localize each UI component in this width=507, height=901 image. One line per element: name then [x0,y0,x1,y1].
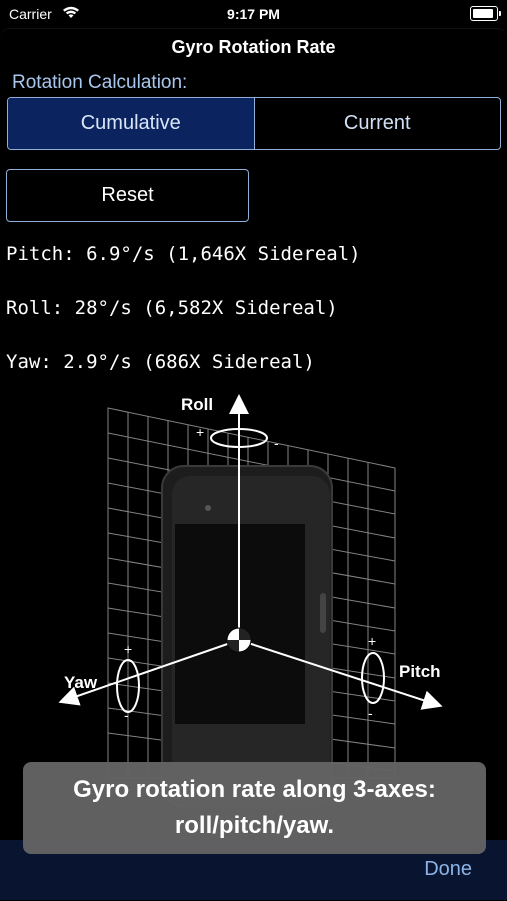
pitch-plus-sign: + [368,633,376,649]
gyro-axes-diagram: Roll Pitch Yaw + - + - + - [58,394,443,807]
roll-minus-sign: - [274,435,279,451]
yaw-minus-sign: - [124,707,129,723]
pitch-rotation-arc-icon [361,652,385,704]
roll-axis-label: Roll [181,395,213,414]
segment-cumulative[interactable]: Cumulative [8,98,254,149]
segment-current[interactable]: Current [253,98,501,149]
done-button[interactable]: Done [424,858,472,881]
roll-plus-sign: + [196,424,204,440]
yaw-reading: Yaw: 2.9°/s (686X Sidereal) [6,351,315,373]
yaw-axis-label: Yaw [64,673,98,692]
yaw-plus-sign: + [124,641,132,657]
reset-button[interactable]: Reset [6,169,249,222]
hint-toast: Gyro rotation rate along 3-axes: roll/pi… [23,762,486,854]
pitch-reading: Pitch: 6.9°/s (1,646X Sidereal) [6,243,361,265]
roll-reading: Roll: 28°/s (6,582X Sidereal) [6,297,338,319]
rotation-calculation-label: Rotation Calculation: [12,72,188,93]
axis-origin [226,627,252,653]
pitch-axis-label: Pitch [399,662,441,681]
battery-icon [470,6,501,21]
pitch-minus-sign: - [368,705,373,721]
toast-line-2: roll/pitch/yaw. [174,812,335,839]
rotation-calculation-segmented-control: Cumulative Current [7,97,501,150]
status-bar: Carrier 9:17 PM [0,0,507,28]
clock: 9:17 PM [227,6,280,22]
toast-line-1: Gyro rotation rate along 3-axes: [73,776,436,803]
page-title: Gyro Rotation Rate [171,37,336,57]
